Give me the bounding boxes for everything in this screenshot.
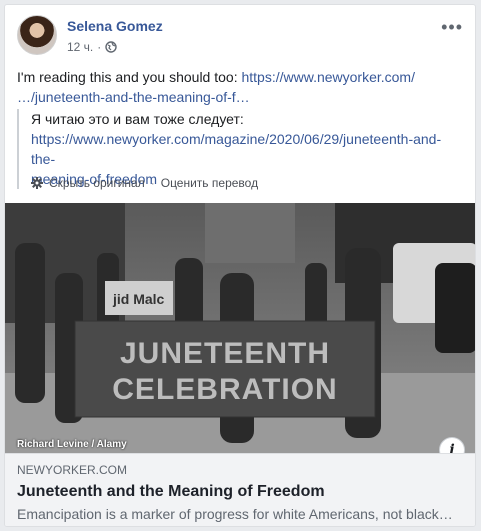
photo-credit: Richard Levine / Alamy <box>17 439 127 450</box>
hide-original-link[interactable]: Скрыть оригинал <box>49 176 145 190</box>
link-description: Emancipation is a marker of progress for… <box>17 506 453 522</box>
post-text-prefix: I'm reading this and you should too: <box>17 69 242 85</box>
link-preview-image[interactable]: jid Malc JUNETEENTH CELEBRATION Richard … <box>5 203 475 453</box>
parade-photo: jid Malc JUNETEENTH CELEBRATION <box>5 203 475 453</box>
link-domain: NEWYORKER.COM <box>17 463 128 477</box>
post-time[interactable]: 12 ч. <box>67 40 93 54</box>
banner-line2: CELEBRATION <box>112 373 337 406</box>
link-title[interactable]: Juneteenth and the Meaning of Freedom <box>17 482 465 502</box>
gear-icon[interactable] <box>31 177 43 189</box>
rate-translation-link[interactable]: Оценить перевод <box>161 176 258 190</box>
more-options-icon[interactable]: ••• <box>441 17 463 38</box>
globe-icon[interactable] <box>105 41 117 53</box>
translation-link-line1[interactable]: https://www.newyorker.com/magazine/2020/… <box>31 131 441 167</box>
avatar[interactable] <box>17 15 57 55</box>
banner-line1: JUNETEENTH <box>120 337 330 370</box>
link-preview[interactable]: NEWYORKER.COM Juneteenth and the Meaning… <box>5 453 475 526</box>
author-name[interactable]: Selena Gomez <box>67 18 163 34</box>
post-link-line2[interactable]: …/juneteenth-and-the-meaning-of-f… <box>17 89 250 105</box>
post-meta: 12 ч. · <box>67 40 117 54</box>
post-link-line1[interactable]: https://www.newyorker.com/ <box>241 69 415 85</box>
post-card: Selena Gomez 12 ч. · ••• I'm reading thi… <box>4 4 476 527</box>
translation-text: Я читаю это и вам тоже следует: <box>31 111 244 127</box>
photo-sign-text: jid Malc <box>112 291 165 307</box>
post-text: I'm reading this and you should too: htt… <box>17 67 465 107</box>
post-header: Selena Gomez 12 ч. · ••• <box>17 15 463 59</box>
translate-bar: Скрыть оригинал · Оценить перевод <box>31 176 258 190</box>
